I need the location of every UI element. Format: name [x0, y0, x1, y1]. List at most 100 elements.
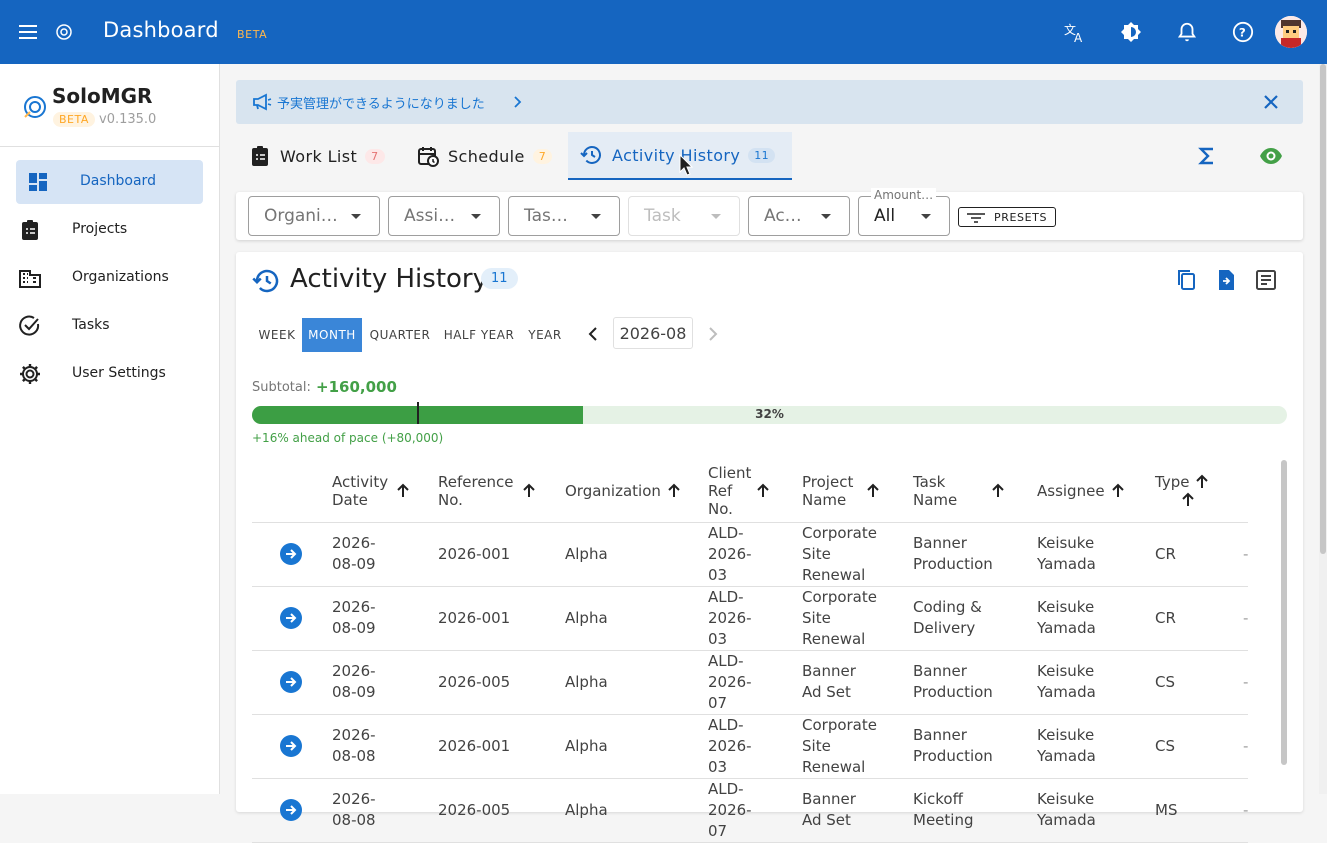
col-activity-date[interactable]: Activity Date [332, 460, 438, 523]
table-cell: 2026-005 [438, 778, 565, 843]
table-cell: ALD-2026-03 [708, 522, 802, 587]
help-icon[interactable]: ? [1229, 18, 1257, 46]
col-assignee[interactable]: Assignee [1037, 460, 1155, 523]
open-arrow-icon[interactable] [280, 543, 302, 565]
table-row[interactable]: 2026-08-08 2026-005 Alpha ALD-2026-07 Banner… [252, 778, 1249, 843]
table-cell: 2026-001 [438, 586, 565, 651]
period-quarter[interactable]: QUARTER [366, 318, 434, 352]
announcement-text[interactable]: 予実管理ができるようになりました [277, 93, 485, 112]
filter-list-icon [967, 213, 985, 223]
table-cell: Alpha [565, 522, 708, 587]
clipboard-icon [22, 220, 38, 240]
table-row[interactable]: 2026-08-09 2026-001 Alpha ALD-2026-03 Corpor… [252, 522, 1249, 587]
close-icon[interactable] [1261, 92, 1281, 112]
table-row[interactable]: 2026-08-09 2026-005 Alpha ALD-2026-07 Banner… [252, 650, 1249, 715]
translate-icon[interactable]: 文A [1061, 18, 1089, 46]
open-arrow-icon[interactable] [280, 799, 302, 821]
table-cell: Banner Ad Set [802, 778, 913, 843]
presets-button[interactable]: PRESETS [958, 207, 1056, 227]
tab-work-list[interactable]: Work List 7 [248, 132, 396, 180]
logo-icon [56, 24, 72, 40]
brand-name: SoloMGR [52, 84, 153, 108]
tab-count-badge: 7 [365, 148, 385, 164]
brand[interactable]: SoloMGR BETA v0.135.0 [20, 82, 210, 142]
sort-arrow-icon [1111, 483, 1124, 497]
tab-label: Activity History [612, 145, 741, 165]
count-badge: 11 [481, 268, 518, 289]
sidebar-item-dashboard[interactable]: Dashboard [16, 160, 203, 204]
announcement-banner[interactable]: 予実管理ができるようになりました [236, 80, 1303, 124]
open-arrow-icon[interactable] [280, 735, 302, 757]
period-year[interactable]: YEAR [524, 318, 566, 352]
sidebar-item-projects[interactable]: Projects [16, 208, 203, 252]
organization-filter[interactable]: Organi… [248, 196, 380, 236]
table-cell: 2026-001 [438, 522, 565, 587]
col-type[interactable]: Type [1155, 460, 1243, 523]
sidebar-item-tasks[interactable]: Tasks [16, 304, 203, 348]
table-cell: Corporate Site Renewal [802, 522, 913, 587]
table-scrollbar[interactable] [1281, 460, 1287, 765]
period-week[interactable]: WEEK [252, 318, 302, 352]
table-cell: 2026-001 [438, 714, 565, 779]
tab-schedule[interactable]: Schedule 7 [416, 132, 566, 180]
table-header-row: Activity Date Reference No. Organization… [252, 460, 1249, 523]
notifications-icon[interactable] [1173, 18, 1201, 46]
table-cell: Banner Production [913, 522, 1037, 587]
table-cell: Corporate Site Renewal [802, 714, 913, 779]
table-cell: 2026-08-09 [332, 522, 438, 587]
chevron-left-icon[interactable] [583, 324, 603, 344]
table-cell: - [1243, 650, 1249, 715]
table-row[interactable]: 2026-08-08 2026-001 Alpha ALD-2026-03 Corpor… [252, 714, 1249, 779]
period-date[interactable]: 2026-08 [613, 317, 693, 349]
sidebar-item-label: Tasks [72, 317, 110, 333]
col-project-name[interactable]: Project Name [802, 460, 913, 523]
sort-arrow-icon [1196, 474, 1209, 488]
table-cell: Alpha [565, 650, 708, 715]
activity-filter[interactable]: Ac… [748, 196, 850, 236]
page-title: Dashboard [103, 18, 219, 42]
copy-icon[interactable] [1174, 268, 1198, 292]
table-cell: Keisuke Yamada [1037, 778, 1155, 843]
history-icon [252, 269, 279, 293]
period-half-year[interactable]: HALF YEAR [440, 318, 518, 352]
sort-arrow-icon [867, 483, 879, 497]
sort-arrow-icon [757, 483, 769, 497]
notes-icon[interactable] [1254, 268, 1278, 292]
col-organization[interactable]: Organization [565, 460, 708, 523]
table-cell: - [1243, 778, 1249, 843]
col-task-name[interactable]: Task Name [913, 460, 1037, 523]
activity-table: Activity Date Reference No. Organization… [252, 460, 1249, 843]
sidebar: SoloMGR BETA v0.135.0 Dashboard Projects… [0, 64, 220, 794]
dashboard-icon [29, 173, 47, 191]
check-circle-icon [19, 315, 40, 336]
sidebar-item-user-settings[interactable]: User Settings [16, 352, 203, 396]
brightness-icon[interactable] [1117, 18, 1145, 46]
eye-icon[interactable] [1258, 143, 1284, 169]
table-cell: Alpha [565, 586, 708, 651]
page-scrollbar[interactable] [1319, 64, 1327, 794]
table-cell: Banner Ad Set [802, 650, 913, 715]
menu-icon[interactable] [16, 20, 40, 44]
card-title: Activity History [290, 264, 488, 294]
col-client-ref-no[interactable]: Client Ref No. [708, 460, 802, 523]
amount-filter[interactable]: Amount… All [858, 188, 950, 236]
sort-arrow-icon [397, 483, 409, 497]
table-cell: Keisuke Yamada [1037, 586, 1155, 651]
clipboard-icon [252, 146, 268, 166]
col-reference-no[interactable]: Reference No. [438, 460, 565, 523]
sigma-icon[interactable] [1196, 145, 1218, 167]
export-file-icon[interactable] [1214, 268, 1238, 292]
period-month[interactable]: MONTH [302, 318, 362, 352]
open-arrow-icon[interactable] [280, 607, 302, 629]
table-cell: ALD-2026-03 [708, 586, 802, 651]
task-type-filter[interactable]: Tas… [508, 196, 620, 236]
avatar[interactable] [1275, 16, 1307, 48]
open-arrow-icon[interactable] [280, 671, 302, 693]
table-cell: 2026-08-09 [332, 586, 438, 651]
assignee-filter[interactable]: Assi… [388, 196, 500, 236]
table-cell: ALD-2026-03 [708, 714, 802, 779]
sidebar-item-organizations[interactable]: Organizations [16, 256, 203, 300]
table-row[interactable]: 2026-08-09 2026-001 Alpha ALD-2026-03 Corpor… [252, 586, 1249, 651]
pace-marker [417, 402, 419, 424]
progress-bar: 32% [252, 406, 1287, 424]
